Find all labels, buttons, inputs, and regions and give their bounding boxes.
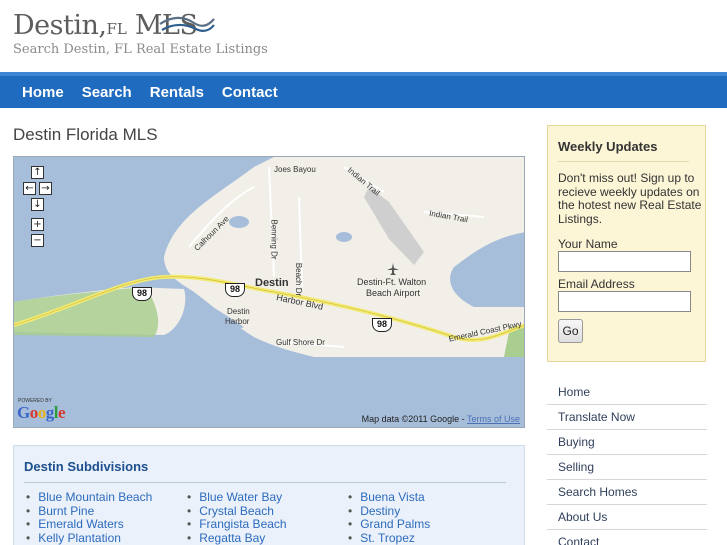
subdivision-link[interactable]: Crystal Beach: [187, 504, 287, 519]
subdivision-link[interactable]: St. Tropez: [348, 531, 430, 545]
highway-98-shield-east: 98: [372, 318, 392, 332]
map-data-text: Map data ©2011 Google -: [361, 414, 467, 424]
sidebar-item-search-homes[interactable]: Search Homes: [547, 480, 707, 505]
subdivision-link[interactable]: Regatta Bay: [187, 531, 287, 545]
map-label-airport: Destin-Ft. Walton: [357, 277, 427, 287]
subdivisions-col-2: Blue Water Bay Crystal Beach Frangista B…: [187, 490, 287, 545]
pan-left-icon[interactable]: ←: [23, 182, 36, 195]
map-label-benning: Benning Dr: [269, 219, 279, 260]
sidebar-link[interactable]: Search Homes: [558, 485, 637, 499]
google-map[interactable]: ↑ ← → ↓ + − Joes Bayou Indian Trail Indi…: [13, 156, 525, 428]
highway-98-shield-center: 98: [225, 283, 245, 297]
sidebar-nav: Home Translate Now Buying Selling Search…: [547, 380, 707, 545]
subdivisions-divider: [24, 482, 506, 483]
map-label-airport-2: Beach Airport: [366, 288, 421, 298]
subdivision-link[interactable]: Kelly Plantation: [26, 531, 152, 545]
highway-98-shield-west: 98: [132, 287, 152, 301]
airplane-icon: [387, 263, 399, 275]
nav-search[interactable]: Search: [82, 84, 132, 101]
weekly-updates-box: Weekly Updates Don't miss out! Sign up t…: [547, 125, 706, 362]
subdivisions-title: Destin Subdivisions: [24, 459, 149, 474]
sidebar-item-contact[interactable]: Contact: [547, 530, 707, 545]
sidebar-link[interactable]: Selling: [558, 460, 594, 474]
map-label-gulf-shore: Gulf Shore Dr: [276, 338, 325, 347]
sidebar-item-selling[interactable]: Selling: [547, 455, 707, 480]
sidebar-link[interactable]: Contact: [558, 535, 599, 545]
google-logo[interactable]: Google: [17, 403, 66, 423]
sidebar-item-about[interactable]: About Us: [547, 505, 707, 530]
map-label-destin-harbor-2: Harbor: [225, 317, 250, 326]
subdivision-link[interactable]: Buena Vista: [348, 490, 430, 505]
map-canvas[interactable]: [14, 157, 525, 428]
email-input[interactable]: [558, 291, 691, 312]
subdivision-link[interactable]: Blue Water Bay: [187, 490, 287, 505]
subdivisions-col-3: Buena Vista Destiny Grand Palms St. Trop…: [348, 490, 430, 545]
name-input[interactable]: [558, 251, 691, 272]
nav-rentals[interactable]: Rentals: [150, 84, 204, 101]
subdivision-link[interactable]: Destiny: [348, 504, 430, 519]
email-label: Email Address: [558, 277, 635, 291]
zoom-out-icon[interactable]: −: [31, 234, 44, 247]
map-label-joes-bayou: Joes Bayou: [274, 165, 316, 174]
terms-of-use-link[interactable]: Terms of Use: [467, 414, 520, 424]
subdivision-link[interactable]: Frangista Beach: [187, 517, 286, 532]
site-tagline: Search Destin, FL Real Estate Listings: [13, 42, 268, 57]
go-button[interactable]: Go: [558, 319, 583, 343]
pan-up-icon[interactable]: ↑: [31, 166, 44, 179]
map-label-destin-harbor: Destin: [227, 307, 250, 316]
subdivisions-col-1: Blue Mountain Beach Burnt Pine Emerald W…: [26, 490, 152, 545]
weekly-description: Don't miss out! Sign up to recieve weekl…: [558, 171, 702, 226]
wave-logo-icon: [159, 16, 215, 32]
sidebar-link[interactable]: Buying: [558, 435, 595, 449]
nav-contact[interactable]: Contact: [222, 84, 278, 101]
zoom-in-icon[interactable]: +: [31, 218, 44, 231]
subdivision-link[interactable]: Blue Mountain Beach: [26, 490, 152, 505]
subdivisions-panel: Destin Subdivisions Blue Mountain Beach …: [13, 445, 525, 545]
weekly-divider: [558, 161, 689, 162]
map-attribution: Map data ©2011 Google - Terms of Use: [362, 414, 520, 424]
logo-destin: Destin,: [13, 10, 107, 41]
weekly-updates-title: Weekly Updates: [558, 139, 658, 154]
sidebar-item-translate[interactable]: Translate Now: [547, 405, 707, 430]
nav-home[interactable]: Home: [22, 84, 64, 101]
pan-down-icon[interactable]: ↓: [31, 198, 44, 211]
subdivision-link[interactable]: Burnt Pine: [26, 504, 152, 519]
name-label: Your Name: [558, 237, 618, 251]
logo-fl: FL: [106, 20, 127, 38]
main-nav: Home Search Rentals Contact: [0, 72, 727, 108]
subdivision-link[interactable]: Grand Palms: [348, 517, 430, 532]
sidebar-link[interactable]: Home: [558, 385, 590, 399]
map-label-destin: Destin: [255, 277, 289, 289]
sidebar-link[interactable]: About Us: [558, 510, 607, 524]
sidebar-item-home[interactable]: Home: [547, 380, 707, 405]
site-header: Destin,FL MLS Search Destin, FL Real Est…: [0, 0, 727, 72]
map-label-beach-dr: Beach Dr: [294, 262, 304, 297]
sidebar-item-buying[interactable]: Buying: [547, 430, 707, 455]
page-title: Destin Florida MLS: [13, 125, 158, 144]
pan-right-icon[interactable]: →: [39, 182, 52, 195]
sidebar-link[interactable]: Translate Now: [558, 410, 635, 424]
subdivision-link[interactable]: Emerald Waters: [26, 517, 152, 532]
